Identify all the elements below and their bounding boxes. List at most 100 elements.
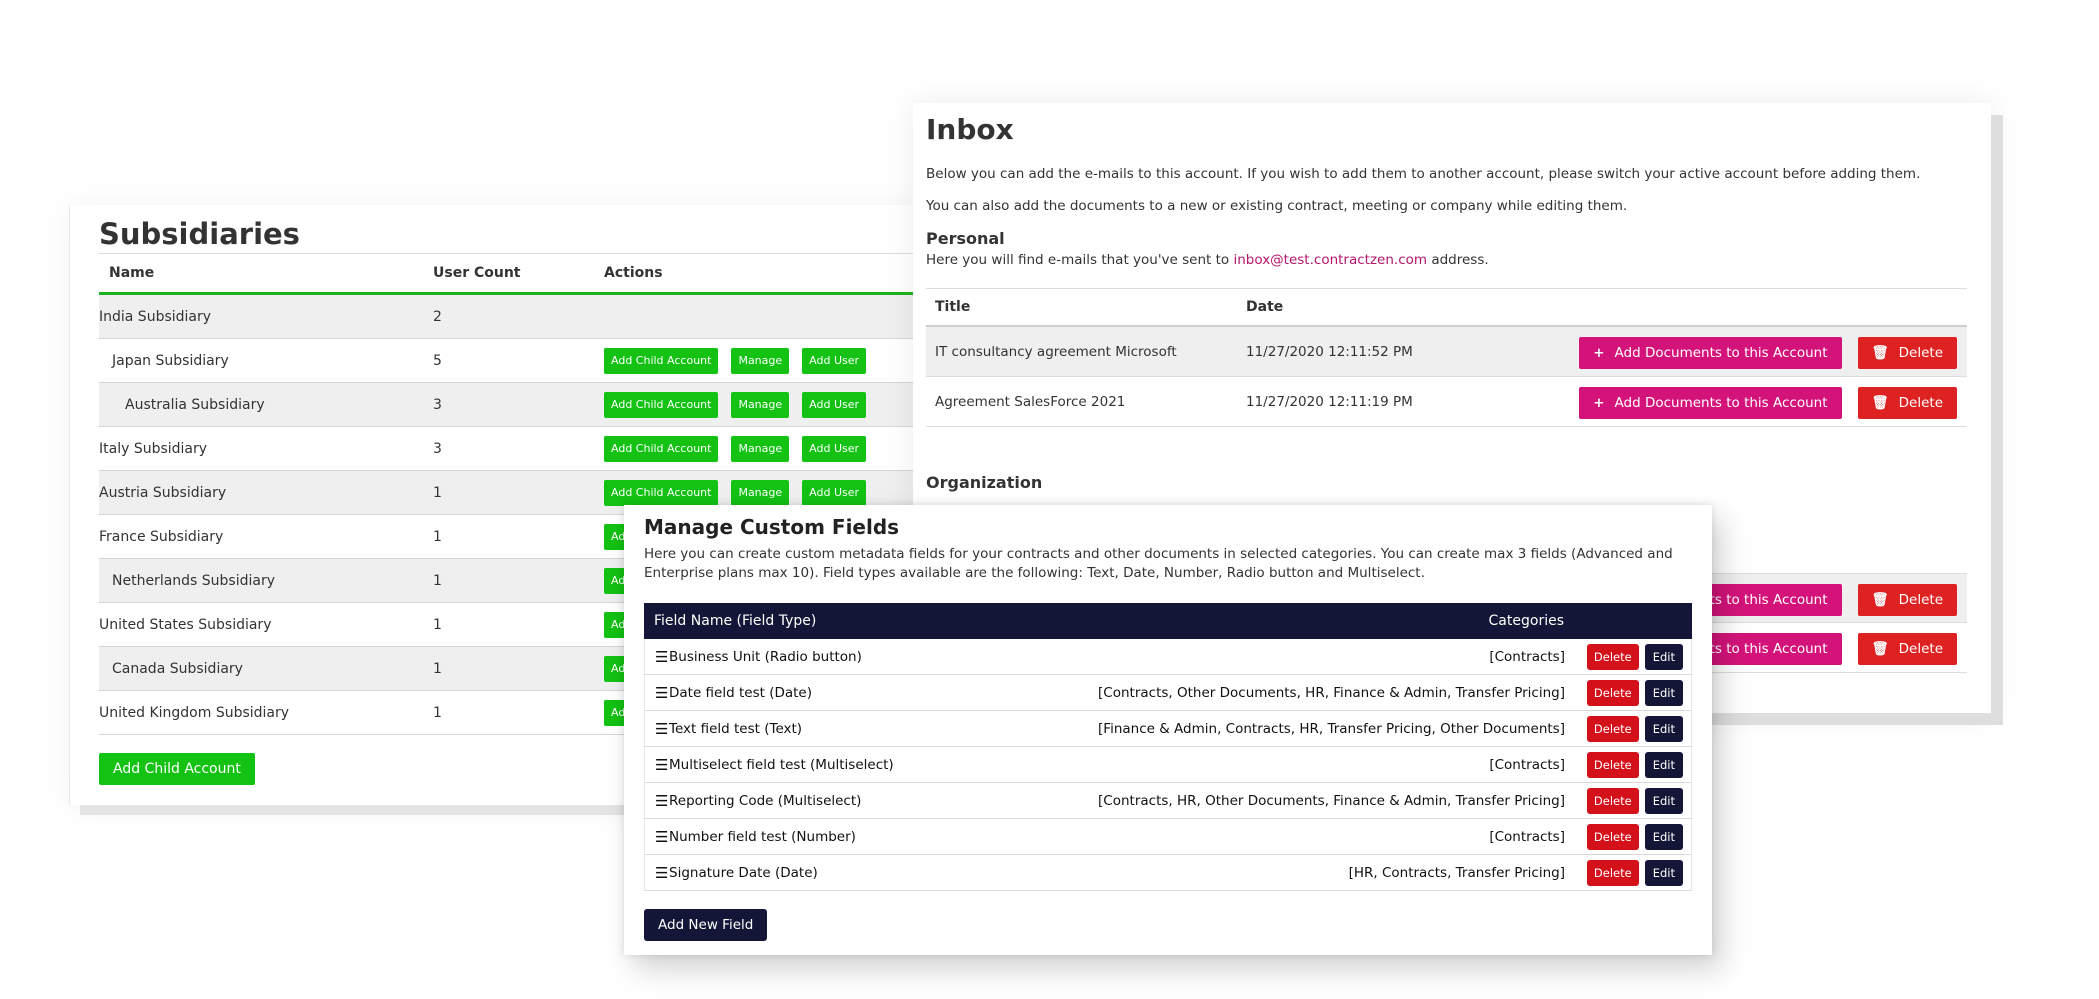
subsidiary-name: United Kingdom Subsidiary [99,704,290,721]
delete-button[interactable]: 🗑︎ Delete [1857,337,1957,369]
field-categories: [HR, Contracts, Transfer Pricing] [1348,864,1565,881]
inbox-table-body: IT consultancy agreement Microsoft 11/27/… [926,327,1967,427]
add-documents-button[interactable]: + Add Documents to this Account [1579,337,1842,369]
subsidiary-name: Canada Subsidiary [112,660,243,677]
table-row: ☰ Date field test (Date) [Contracts, Other… [644,675,1692,711]
add-documents-button[interactable]: + Add Documents to this Account [1579,387,1842,419]
inbox-description-1: Below you can add the e-mails to this ac… [926,166,1921,182]
organization-section: Organization [926,473,1042,492]
field-categories: [Contracts] [1489,648,1565,665]
field-name: Date field test (Date) [669,684,812,701]
drag-handle-icon[interactable]: ☰ [645,720,669,738]
manage-button[interactable]: Manage [731,435,790,462]
field-name: Business Unit (Radio button) [669,648,862,665]
inbox-email-link[interactable]: inbox@test.contractzen.com [1233,252,1427,268]
personal-heading: Personal [926,229,1005,248]
drag-handle-icon[interactable]: ☰ [645,648,669,666]
table-row: ☰ Text field test (Text) [Finance & Admin,… [644,711,1692,747]
edit-button[interactable]: Edit [1644,751,1683,778]
add-documents-label: Add Documents to this Account [1614,395,1828,411]
add-child-account-button[interactable]: Add Child Account [604,391,719,418]
delete-button[interactable]: 🗑︎ Delete [1857,387,1957,419]
row-actions: Add Child Account Manage Add User [604,347,867,374]
personal-text-end: address. [1427,252,1489,268]
user-count: 1 [433,616,442,633]
manage-button[interactable]: Manage [731,391,790,418]
add-child-account-button[interactable]: Add Child Account [99,753,255,785]
delete-button[interactable]: Delete [1586,859,1639,886]
custom-fields-panel: Manage Custom Fields Here you can create… [624,505,1712,955]
delete-label: Delete [1898,592,1943,608]
column-header-actions: Actions [604,265,663,281]
user-count: 3 [433,396,442,413]
edit-button[interactable]: Edit [1644,823,1683,850]
edit-button[interactable]: Edit [1644,859,1683,886]
delete-label: Delete [1898,345,1943,361]
table-row: IT consultancy agreement Microsoft 11/27/… [926,327,1967,377]
trash-icon: 🗑︎ [1871,395,1889,411]
drag-handle-icon[interactable]: ☰ [645,828,669,846]
drag-handle-icon[interactable]: ☰ [645,756,669,774]
add-child-account-button[interactable]: Add Child Account [604,347,719,374]
subsidiary-name: India Subsidiary [99,308,212,325]
delete-button[interactable]: Delete [1586,715,1639,742]
delete-button[interactable]: Delete [1586,643,1639,670]
drag-handle-icon[interactable]: ☰ [645,792,669,810]
manage-button[interactable]: Manage [731,479,790,506]
edit-button[interactable]: Edit [1644,715,1683,742]
add-user-button[interactable]: Add User [802,391,867,418]
field-name: Reporting Code (Multiselect) [669,792,862,809]
subsidiaries-title: Subsidiaries [99,217,300,251]
delete-button[interactable]: Delete [1586,823,1639,850]
subsidiary-name: Italy Subsidiary [99,440,208,457]
table-row: Japan Subsidiary 5 Add Child Account Manage… [99,339,930,383]
drag-handle-icon[interactable]: ☰ [645,684,669,702]
delete-button[interactable]: Delete [1586,679,1639,706]
add-child-account-button[interactable]: Add Child Account [604,435,719,462]
subsidiary-name: Austria Subsidiary [99,484,227,501]
inbox-description-2: You can also add the documents to a new … [926,198,1628,214]
delete-button[interactable]: 🗑︎ Delete [1857,584,1957,616]
row-actions: Delete Edit [1583,823,1691,850]
user-count: 1 [433,484,442,501]
subsidiaries-table-header: Name User Count Actions [99,253,930,295]
email-title: Agreement SalesForce 2021 [935,393,1126,410]
table-row: Agreement SalesForce 2021 11/27/2020 12:1… [926,377,1967,427]
custom-fields-table-header: Field Name (Field Type) Categories [644,603,1692,639]
personal-description: Here you will find e-mails that you've s… [926,252,1967,276]
custom-fields-table-body: ☰ Business Unit (Radio button) [Contracts]… [644,639,1692,891]
row-actions: Delete Edit [1583,643,1691,670]
field-name: Number field test (Number) [669,828,856,845]
field-categories: [Contracts] [1489,756,1565,773]
add-child-account-button[interactable]: Add Child Account [604,479,719,506]
user-count: 1 [433,528,442,545]
custom-fields-description: Here you can create custom metadata fiel… [644,546,1673,581]
add-user-button[interactable]: Add User [802,435,867,462]
field-name: Text field test (Text) [669,720,803,737]
plus-icon: + [1593,395,1605,411]
custom-fields-title: Manage Custom Fields [644,515,900,539]
delete-button[interactable]: Delete [1586,751,1639,778]
add-documents-label: Add Documents to this Account [1614,345,1828,361]
manage-button[interactable]: Manage [731,347,790,374]
edit-button[interactable]: Edit [1644,643,1683,670]
organization-heading: Organization [926,473,1043,492]
edit-button[interactable]: Edit [1644,679,1683,706]
row-actions: Delete Edit [1583,859,1691,886]
row-actions: Add Child Account Manage Add User [604,479,867,506]
delete-button[interactable]: Delete [1586,787,1639,814]
add-user-button[interactable]: Add User [802,347,867,374]
drag-handle-icon[interactable]: ☰ [645,864,669,882]
email-date: 11/27/2020 12:11:52 PM [1246,343,1413,360]
trash-icon: 🗑︎ [1871,641,1889,657]
add-new-field-button[interactable]: Add New Field [644,909,768,941]
user-count: 1 [433,704,442,721]
add-user-button[interactable]: Add User [802,479,867,506]
delete-button[interactable]: 🗑︎ Delete [1857,633,1957,665]
column-header-user-count: User Count [433,265,521,281]
edit-button[interactable]: Edit [1644,787,1683,814]
field-categories: [Contracts, HR, Other Documents, Finance… [1098,792,1565,809]
row-actions: + Add Documents to this Account 🗑︎ Delete [1579,337,1957,369]
email-title: IT consultancy agreement Microsoft [935,343,1177,360]
table-row: India Subsidiary 2 [99,295,930,339]
